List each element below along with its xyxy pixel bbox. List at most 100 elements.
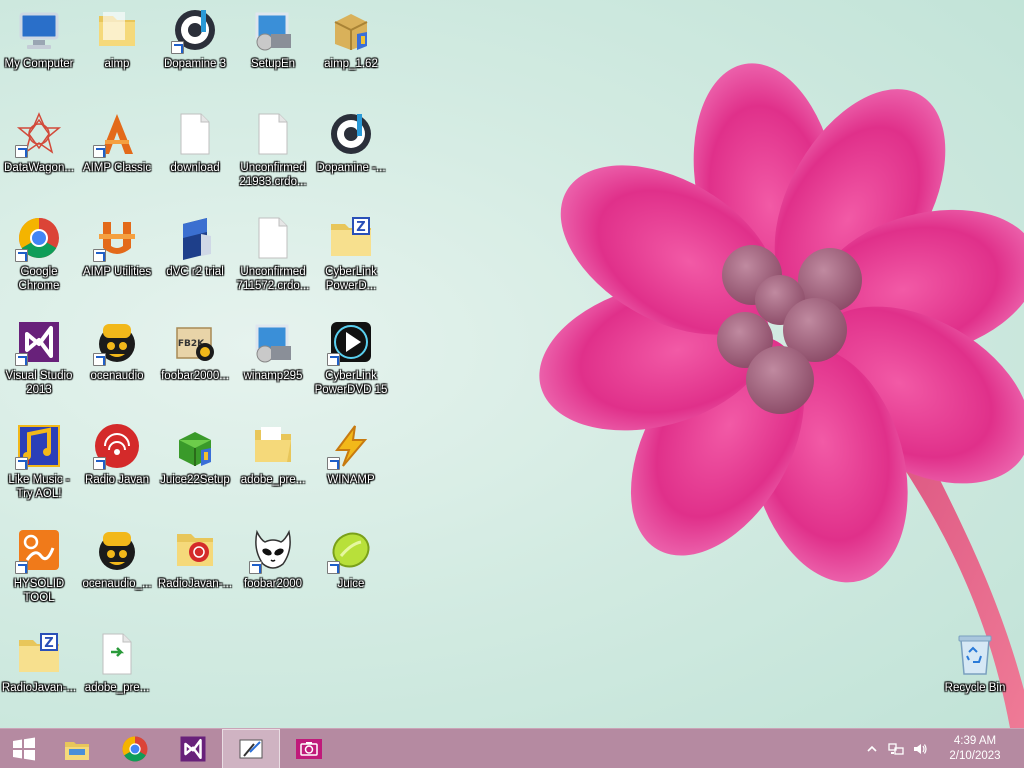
juice-icon [327, 526, 375, 574]
desktop-icon[interactable]: Unconfirmed 711572.crdo... [234, 208, 312, 304]
dopamine-icon [171, 6, 219, 54]
desktop-icon-label: aimp [104, 58, 130, 70]
desktop-icon[interactable]: winamp295 [234, 312, 312, 408]
chrome-icon [15, 214, 63, 262]
desktop-icon[interactable]: Visual Studio 2013 [0, 312, 78, 408]
desktop-icon-label: adobe_pre... [240, 474, 306, 486]
desktop-icon[interactable]: CyberLink PowerDVD 15 [312, 312, 390, 408]
desktop-icon-label: RadioJavan-... [157, 578, 233, 590]
network-icon[interactable] [886, 739, 906, 759]
desktop-icon[interactable]: adobe_pre... [234, 416, 312, 512]
desktop-icon-label: WINAMP [327, 474, 375, 486]
taskbar-button-start[interactable] [0, 729, 48, 768]
shortcut-arrow-icon [15, 561, 28, 574]
desktop-icon[interactable]: foobar2000 [234, 520, 312, 616]
svg-text:Z: Z [356, 220, 365, 235]
aimp-utilities-icon [93, 214, 141, 262]
desktop-icon[interactable]: ocenaudio [78, 312, 156, 408]
svg-text:Z: Z [44, 636, 53, 651]
datawagon-icon [15, 110, 63, 158]
blank-file-icon [249, 214, 297, 262]
windows-start-icon [9, 734, 39, 764]
juice-setup-icon [171, 422, 219, 470]
desktop-icon[interactable]: AIMP Classic [78, 104, 156, 200]
desktop-icon[interactable]: HYSOLID TOOL [0, 520, 78, 616]
taskbar: 4:39 AM 2/10/2023 [0, 728, 1024, 768]
desktop-icon[interactable]: Z CyberLink PowerD... [312, 208, 390, 304]
shortcut-arrow-icon [93, 145, 106, 158]
shortcut-arrow-icon [93, 249, 106, 262]
powerdvd-icon [327, 318, 375, 366]
desktop-icon-label: Unconfirmed 21933.crdo... [239, 162, 307, 188]
desktop-icon[interactable]: ocenaudio_... [78, 520, 156, 616]
desktop-icon-label: ocenaudio [90, 370, 144, 382]
clock[interactable]: 4:39 AM 2/10/2023 [932, 734, 1018, 764]
desktop-icon[interactable]: RadioJavan-... [156, 520, 234, 616]
desktop-icon[interactable]: aimp [78, 0, 156, 96]
desktop-icon[interactable]: Z RadioJavan-... [0, 624, 78, 720]
like-music-icon [15, 422, 63, 470]
desktop-icon[interactable]: download [156, 104, 234, 200]
taskbar-button-file-explorer[interactable] [48, 729, 106, 768]
volume-icon[interactable] [910, 739, 930, 759]
desktop-icon[interactable]: Dopamine -... [312, 104, 390, 200]
desktop-icon[interactable]: Google Chrome [0, 208, 78, 304]
desktop-icon[interactable]: FB2K foobar2000... [156, 312, 234, 408]
desktop-icon[interactable]: AIMP Utilities [78, 208, 156, 304]
desktop-icon[interactable]: Juice [312, 520, 390, 616]
shortcut-arrow-icon [15, 457, 28, 470]
recycle-bin-icon [951, 630, 999, 678]
desktop-icon-label: aimp_1.62 [324, 58, 378, 70]
desktop-icon-label: Unconfirmed 711572.crdo... [236, 266, 310, 292]
desktop-icon-label: Dopamine -... [316, 162, 386, 174]
desktop-icon-label: Juice [337, 578, 365, 590]
desktop-icon[interactable]: DataWagon... [0, 104, 78, 200]
clock-time: 4:39 AM [953, 735, 997, 747]
desktop-icon-label: Radio Javan [85, 474, 149, 486]
taskbar-button-paint[interactable] [222, 728, 280, 768]
folder-icon [93, 6, 141, 54]
desktop-icon[interactable]: SetupEn [234, 0, 312, 96]
shortcut-arrow-icon [327, 561, 340, 574]
hysolid-icon [15, 526, 63, 574]
desktop-icon-label: CyberLink PowerD... [325, 266, 377, 292]
shortcut-arrow-icon [171, 41, 184, 54]
dvc-icon [171, 214, 219, 262]
desktop-icon[interactable]: Like Music - Try AOL! [0, 416, 78, 512]
desktop-icon[interactable]: Unconfirmed 21933.crdo... [234, 104, 312, 200]
desktop-icon[interactable]: WINAMP [312, 416, 390, 512]
installer-icon [249, 6, 297, 54]
camera-icon [294, 734, 324, 764]
blank-file-icon [171, 110, 219, 158]
setup-box-icon [327, 6, 375, 54]
taskbar-button-google-chrome[interactable] [106, 729, 164, 768]
desktop-icon[interactable]: Juice22Setup [156, 416, 234, 512]
clock-date: 2/10/2023 [949, 750, 1001, 762]
desktop-icon[interactable]: Recycle Bin [936, 624, 1014, 720]
desktop-icon-label: foobar2000... [161, 370, 229, 382]
aimp-classic-icon [93, 110, 141, 158]
chrome-icon [120, 734, 150, 764]
desktop-icon[interactable]: Radio Javan [78, 416, 156, 512]
desktop-icon[interactable]: aimp_1.62 [312, 0, 390, 96]
desktop-icon-label: Dopamine 3 [163, 58, 226, 70]
ocenaudio-icon [93, 526, 141, 574]
blank-file-icon [249, 110, 297, 158]
taskbar-button-camera[interactable] [280, 729, 338, 768]
desktop-icon-label: Like Music - Try AOL! [8, 474, 70, 500]
shortcut-arrow-icon [327, 457, 340, 470]
desktop-icon[interactable]: Dopamine 3 [156, 0, 234, 96]
shortcut-arrow-icon [249, 561, 262, 574]
zip-folder-icon: Z [327, 214, 375, 262]
foobar-setup-icon: FB2K [171, 318, 219, 366]
desktop-icon-label: ocenaudio_... [82, 578, 152, 590]
desktop-icon-label: SetupEn [250, 58, 296, 70]
taskbar-button-visual-studio[interactable] [164, 729, 222, 768]
desktop[interactable]: My Computer aimp Dopamine 3 SetupEn aimp_1.6… [0, 0, 1024, 728]
desktop-icon[interactable]: adobe_pre... [78, 624, 156, 720]
chevron-up-icon[interactable] [862, 739, 882, 759]
desktop-icon[interactable]: dVC r2 trial [156, 208, 234, 304]
shortcut-arrow-icon [93, 457, 106, 470]
desktop-icon[interactable]: My Computer [0, 0, 78, 96]
desktop-icon-label: Visual Studio 2013 [5, 370, 73, 396]
